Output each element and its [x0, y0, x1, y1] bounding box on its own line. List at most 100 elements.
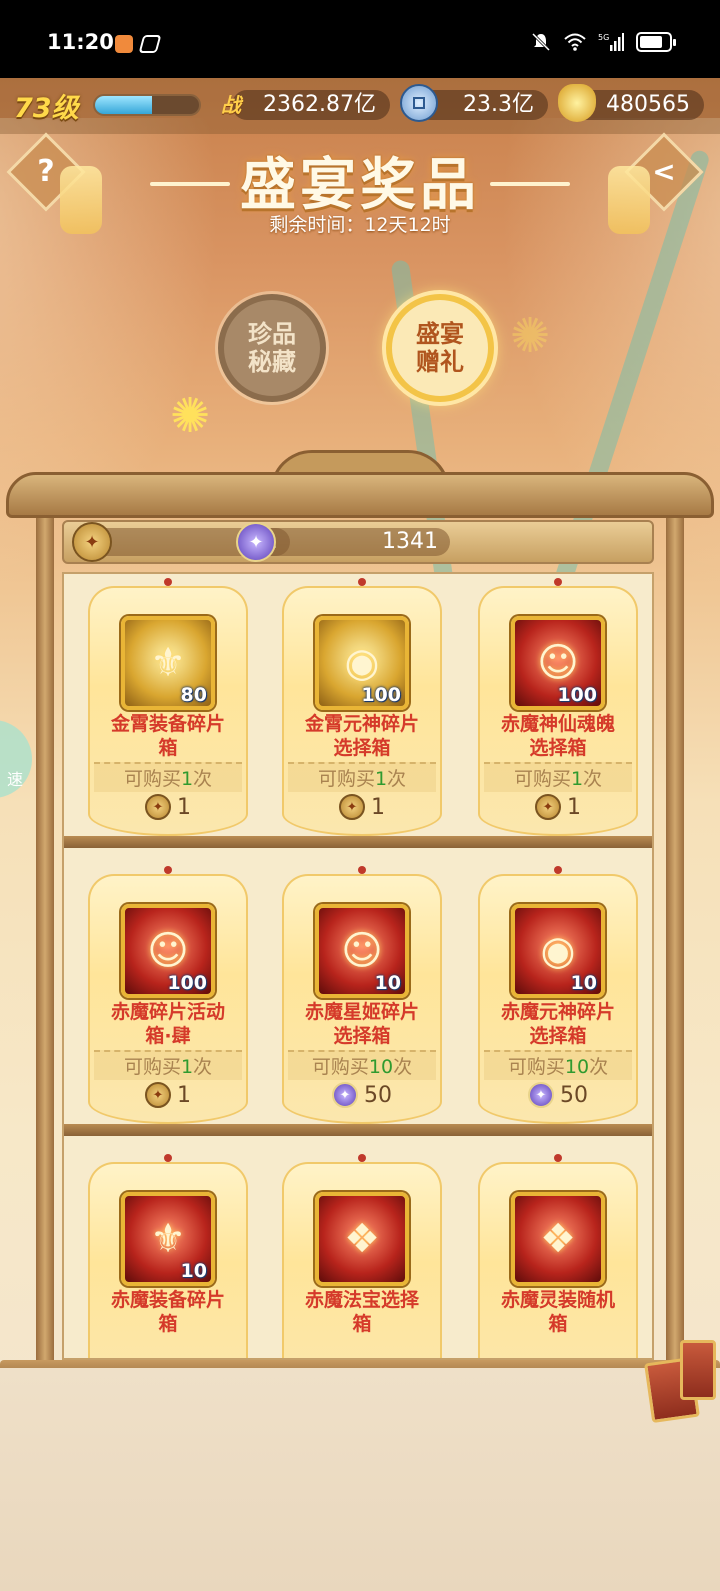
item-name: 赤魔元神碎片 选择箱	[482, 1000, 634, 1048]
shop-item-card[interactable]: ☺ 100 赤魔碎片活动 箱·肆 可购买1次 ✦ 1	[88, 866, 248, 1124]
star-token-icon: ✦	[72, 522, 112, 562]
shop-item-card[interactable]: ⚜ 80 金霄装备碎片箱可购买1次 ✦ 1	[88, 578, 248, 836]
shop-item-card[interactable]: ◉ 10 赤魔元神碎片 选择箱 可购买10次 ✦ 50	[478, 866, 638, 1124]
card-hanger	[164, 866, 172, 874]
item-name-line1: 赤魔法宝选择	[304, 1289, 419, 1311]
item-image[interactable]: ☺ 100	[511, 616, 605, 710]
item-quantity: 10	[570, 972, 597, 994]
item-name-line1: 赤魔神仙魂魄	[500, 713, 615, 735]
player-level: 73级	[14, 93, 79, 124]
floor	[0, 1368, 720, 1591]
xp-bar	[93, 94, 201, 116]
shop-item-card[interactable]: ◉ 100 金霄元神碎片 选择箱 可购买1次 ✦ 1	[282, 578, 442, 836]
item-quantity: 100	[557, 684, 597, 706]
item-name-line1: 赤魔灵装随机	[500, 1289, 615, 1311]
tab-label: 珍品	[248, 320, 296, 348]
item-price[interactable]: ✦ 50	[282, 1080, 442, 1110]
item-price[interactable]: ✦ 1	[88, 1080, 248, 1110]
shop-item-card[interactable]: ⚜ 10 赤魔装备碎片箱	[88, 1154, 248, 1358]
tab-treasure-collection[interactable]: 珍品 秘藏	[218, 294, 326, 402]
item-name: 赤魔碎片活动 箱·肆	[92, 1000, 244, 1048]
purchase-limit-prefix: 可购买	[317, 768, 375, 790]
item-price[interactable]: ✦ 1	[88, 792, 248, 822]
network-label: 5G	[598, 33, 609, 42]
tab-label: 盛宴	[416, 320, 464, 348]
card-hanger	[554, 1154, 562, 1162]
item-image[interactable]: ◉ 10	[511, 904, 605, 998]
xp-bar-fill	[95, 96, 153, 114]
equipment-chest-icon: ⚜	[150, 640, 186, 686]
purchase-limit-count: 1	[374, 768, 388, 790]
tab-feast-gifts[interactable]: 盛宴 赠礼	[386, 294, 494, 402]
item-name-line2: 箱	[548, 1313, 568, 1335]
tab-label: 秘藏	[248, 348, 296, 376]
item-name-line1: 赤魔元神碎片	[500, 1001, 615, 1023]
purchase-limit: 可购买1次	[94, 762, 242, 792]
item-image[interactable]: ◉ 100	[315, 616, 409, 710]
equipment-chest-icon: ⚜	[150, 1216, 186, 1262]
purchase-limit: 可购买10次	[484, 1050, 632, 1080]
item-quantity: 100	[167, 972, 207, 994]
item-name-line1: 金霄装备碎片	[110, 713, 225, 735]
item-image[interactable]: ❖	[511, 1192, 605, 1286]
purchase-limit-prefix: 可购买	[311, 1056, 369, 1078]
item-image[interactable]: ⚜ 80	[121, 616, 215, 710]
shop-item-card[interactable]: ☺ 100 赤魔神仙魂魄 选择箱 可购买1次 ✦ 1	[478, 578, 638, 836]
item-quantity: 10	[374, 972, 401, 994]
status-bar: 11:20 5G	[0, 0, 720, 78]
item-quantity: 80	[180, 684, 207, 706]
purchase-limit-count: 10	[368, 1056, 394, 1078]
star-token-icon: ✦	[339, 794, 365, 820]
purchase-limit-count: 1	[570, 768, 584, 790]
item-name: 赤魔神仙魂魄 选择箱	[482, 712, 634, 760]
item-price-value: 1	[567, 794, 581, 820]
hero-chest-icon: ☺	[537, 640, 579, 686]
purchase-limit-prefix: 可购买	[123, 1056, 181, 1078]
item-price[interactable]: ✦ 50	[478, 1080, 638, 1110]
card-hanger	[164, 1154, 172, 1162]
card-hanger	[358, 866, 366, 874]
purchase-limit-count: 1	[180, 1056, 194, 1078]
purchase-limit-prefix: 可购买	[507, 1056, 565, 1078]
card-hanger	[554, 866, 562, 874]
item-name-line2: 箱	[158, 737, 178, 759]
purchase-limit-prefix: 可购买	[123, 768, 181, 790]
purchase-limit-count: 1	[180, 768, 194, 790]
purchase-limit-suffix: 次	[193, 768, 213, 790]
shop-item-card[interactable]: ❖ 赤魔灵装随机箱	[478, 1154, 638, 1358]
item-image[interactable]: ☺ 10	[315, 904, 409, 998]
combat-power-icon: 战	[221, 92, 241, 117]
item-image[interactable]: ❖	[315, 1192, 409, 1286]
hero-chest-icon: ☺	[147, 928, 189, 974]
purchase-limit-count: 10	[564, 1056, 590, 1078]
purchase-limit-prefix: 可购买	[513, 768, 571, 790]
purchase-limit-suffix: 次	[193, 1056, 213, 1078]
combat-power-value: 2362.87亿	[232, 90, 390, 120]
purchase-limit-suffix: 次	[393, 1056, 413, 1078]
item-price-value: 1	[371, 794, 385, 820]
status-time: 11:20	[47, 30, 114, 54]
item-name-line2: 选择箱	[333, 737, 391, 759]
purchase-limit: 可购买1次	[484, 762, 632, 792]
item-name-line1: 金霄元神碎片	[304, 713, 419, 735]
shop-item-card[interactable]: ☺ 10 赤魔星姬碎片 选择箱 可购买10次 ✦ 50	[282, 866, 442, 1124]
item-name-line2: 箱	[158, 1313, 178, 1335]
orb-token-icon: ✦	[528, 1082, 554, 1108]
page-title: 盛宴奖品	[240, 153, 480, 218]
mute-icon	[531, 32, 551, 52]
game-screen: 73级 2362.87亿 战 23.3亿 480565 ? < 盛宴奖品 剩余时…	[0, 78, 720, 1591]
item-price[interactable]: ✦ 1	[282, 792, 442, 822]
shop-item-card[interactable]: ❖ 赤魔法宝选择箱	[282, 1154, 442, 1358]
item-price[interactable]: ✦ 1	[478, 792, 638, 822]
item-image[interactable]: ⚜ 10	[121, 1192, 215, 1286]
tab-label: 赠礼	[416, 348, 464, 376]
purchase-limit-suffix: 次	[387, 768, 407, 790]
purchase-limit: 可购买1次	[288, 762, 436, 792]
purchase-limit-suffix: 次	[583, 768, 603, 790]
item-name-line2: 箱	[352, 1313, 372, 1335]
frame-roof	[6, 472, 714, 518]
card-hanger	[164, 578, 172, 586]
signal-icon: 5G	[598, 33, 624, 51]
app-notification-icon-2	[138, 35, 162, 53]
item-image[interactable]: ☺ 100	[121, 904, 215, 998]
